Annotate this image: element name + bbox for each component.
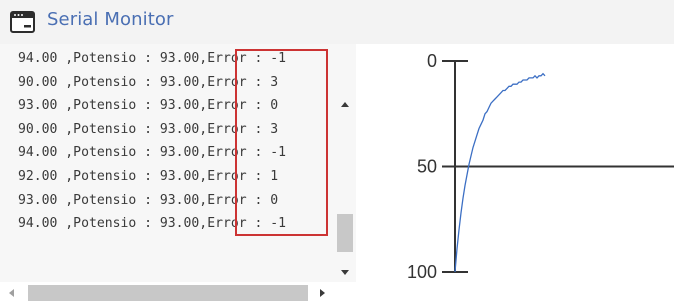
y-tick-label: 0 [427,51,437,71]
series-line [454,72,546,273]
arrow-up-icon [341,101,349,107]
y-tick-label: 50 [417,157,437,177]
vertical-scrollbar[interactable] [336,91,354,282]
serial-monitor-header: Serial Monitor [0,0,674,44]
scroll-up-button[interactable] [336,94,354,114]
scroll-right-button[interactable] [316,285,328,301]
serial-plotter: 100 50 0 [356,44,674,282]
error-column-highlight [235,49,328,236]
horizontal-scroll-thumb[interactable] [28,285,308,301]
serial-monitor-window-icon [10,11,35,33]
serial-monitor-title: Serial Monitor [47,9,174,30]
arrow-left-icon [8,289,14,297]
arrow-down-icon [341,269,349,275]
scroll-down-button[interactable] [336,262,354,282]
y-tick-label: 100 [407,262,437,282]
plot-canvas: 100 50 0 [407,51,674,282]
scroll-left-button[interactable] [5,285,17,301]
vertical-scroll-thumb[interactable] [337,214,353,252]
arrow-right-icon [319,289,325,297]
